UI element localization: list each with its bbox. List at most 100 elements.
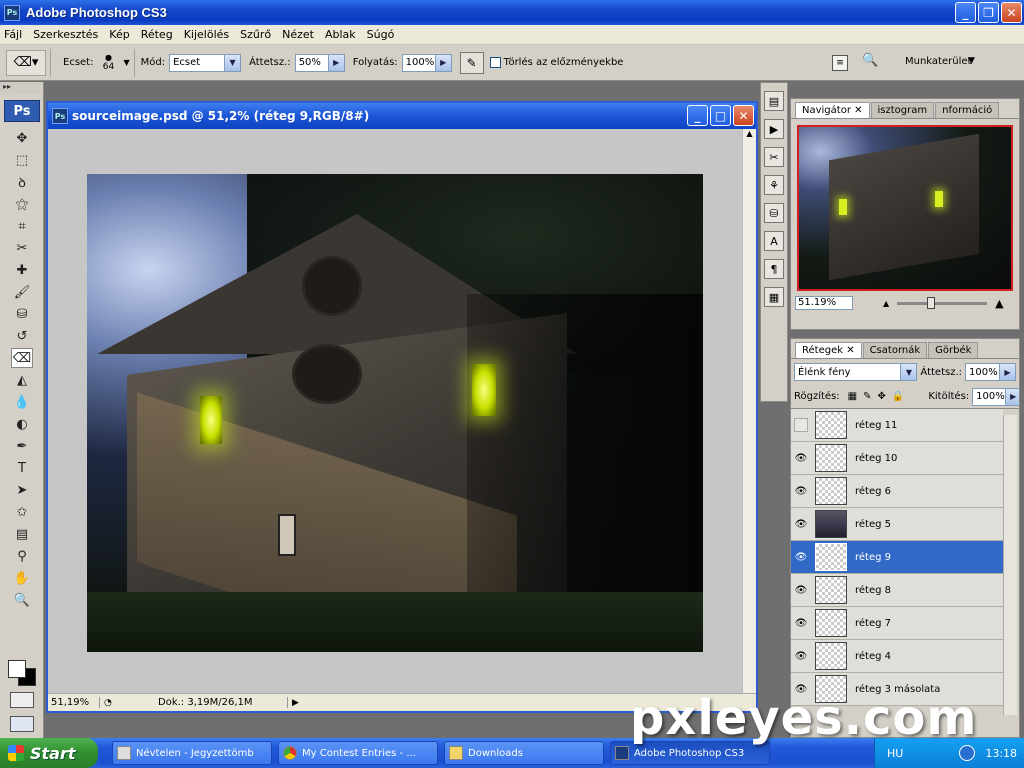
layer-row[interactable]: 👁 réteg 4 — [791, 640, 1003, 673]
doc-maximize-button[interactable]: □ — [710, 105, 731, 126]
lock-move-icon[interactable]: ✥ — [878, 391, 886, 402]
healing-brush-icon[interactable]: ✚ — [11, 260, 33, 280]
layer-row[interactable]: 👁 réteg 7 — [791, 607, 1003, 640]
layer-row[interactable]: réteg 11 — [791, 409, 1003, 442]
fill-field[interactable]: 100% ▶ — [972, 387, 1019, 406]
palette-well-icon[interactable]: ≡ — [832, 55, 848, 71]
navigator-zoom-slider[interactable] — [897, 296, 988, 309]
slice-tool-icon[interactable]: ✂ — [11, 238, 33, 258]
status-menu-icon[interactable]: ◔ — [104, 698, 118, 708]
marquee-tool-icon[interactable]: ⬚ — [11, 150, 33, 170]
doc-close-button[interactable]: ✕ — [733, 105, 754, 126]
foreground-color-swatch[interactable] — [8, 660, 26, 678]
menu-help[interactable]: Súgó — [367, 28, 395, 41]
lock-transparent-icon[interactable]: ▦ — [848, 391, 857, 402]
lock-paint-icon[interactable]: ✎ — [863, 391, 871, 402]
pen-tool-icon[interactable]: ✒ — [11, 436, 33, 456]
blur-tool-icon[interactable]: 💧 — [11, 392, 33, 412]
character-panel-icon[interactable]: A — [764, 231, 784, 251]
navigator-thumbnail[interactable] — [797, 125, 1013, 291]
type-tool-icon[interactable]: T — [11, 458, 33, 478]
eyedropper-icon[interactable]: ⚲ — [11, 546, 33, 566]
opacity-field[interactable]: 50% ▶ — [294, 53, 345, 72]
menu-window[interactable]: Ablak — [325, 28, 356, 41]
magic-wand-icon[interactable]: ⚝ — [11, 194, 33, 214]
menu-filter[interactable]: Szűrő — [240, 28, 271, 41]
eye-icon[interactable]: 👁 — [791, 618, 811, 629]
status-arrow-icon[interactable]: ▶ — [292, 698, 299, 708]
tab-curves[interactable]: Görbék — [928, 342, 979, 358]
clone-stamp-icon[interactable]: ⛁ — [11, 304, 33, 324]
bridge-icon[interactable]: 🔍 — [862, 53, 886, 73]
move-tool-icon[interactable]: ✥ — [11, 128, 33, 148]
chevron-right-icon[interactable]: ▶ — [999, 364, 1015, 380]
chevron-right-icon[interactable]: ▶ — [327, 54, 344, 71]
eye-icon[interactable]: 👁 — [791, 453, 811, 464]
restore-button[interactable]: ❐ — [978, 2, 999, 23]
doc-minimize-button[interactable]: _ — [687, 105, 708, 126]
scroll-up-icon[interactable]: ▲ — [743, 129, 756, 141]
tab-navigator[interactable]: Navigátor ✕ — [795, 102, 870, 118]
eye-icon[interactable]: 👁 — [791, 585, 811, 596]
brushes-panel-icon[interactable]: ⚘ — [764, 175, 784, 195]
eraser-preset-icon[interactable]: ⌫▾ — [6, 49, 46, 76]
history-brush-icon[interactable]: ↺ — [11, 326, 33, 346]
language-indicator[interactable]: HU — [887, 747, 903, 760]
layer-row[interactable]: 👁 réteg 10 — [791, 442, 1003, 475]
visibility-toggle[interactable] — [794, 418, 808, 432]
layer-row[interactable]: 👁 réteg 8 — [791, 574, 1003, 607]
toolbox-grip[interactable]: ▸▸ — [0, 82, 43, 94]
hand-tool-icon[interactable]: ✋ — [11, 568, 33, 588]
layer-row[interactable]: 👁 réteg 5 — [791, 508, 1003, 541]
lock-all-icon[interactable]: 🔒 — [892, 391, 904, 402]
layer-comps-icon[interactable]: ▦ — [764, 287, 784, 307]
layer-row[interactable]: 👁 réteg 6 — [791, 475, 1003, 508]
shape-tool-icon[interactable]: ✩ — [11, 502, 33, 522]
brush-picker[interactable]: ● 64 — [97, 53, 119, 72]
eye-icon[interactable]: 👁 — [791, 486, 811, 497]
erase-history-checkbox[interactable] — [489, 57, 501, 68]
layers-scrollbar[interactable] — [1003, 415, 1017, 715]
eye-icon[interactable]: 👁 — [791, 651, 811, 662]
quick-mask-icon[interactable] — [10, 692, 34, 708]
task-downloads[interactable]: Downloads — [444, 741, 604, 765]
paragraph-panel-icon[interactable]: ¶ — [764, 259, 784, 279]
task-chrome[interactable]: My Contest Entries - ... — [278, 741, 438, 765]
blend-mode-select[interactable]: Élénk fény ▼ — [794, 363, 918, 381]
brush-dropdown-icon[interactable]: ▼ — [123, 58, 129, 67]
dodge-tool-icon[interactable]: ◐ — [11, 414, 33, 434]
zoom-in-icon[interactable]: ▲ — [995, 297, 1003, 310]
mode-select[interactable]: Ecset ▼ — [169, 53, 242, 72]
tab-layers[interactable]: Rétegek ✕ — [795, 342, 862, 358]
document-titlebar[interactable]: Ps sourceimage.psd @ 51,2% (réteg 9,RGB/… — [48, 103, 756, 129]
menu-file[interactable]: Fájl — [4, 28, 22, 41]
menu-view[interactable]: Nézet — [282, 28, 314, 41]
workspace-dropdown-icon[interactable]: ▼ — [968, 56, 975, 66]
notes-tool-icon[interactable]: ▤ — [11, 524, 33, 544]
menu-select[interactable]: Kijelölés — [184, 28, 229, 41]
menu-edit[interactable]: Szerkesztés — [33, 28, 98, 41]
tab-channels[interactable]: Csatornák — [862, 342, 928, 358]
status-zoom[interactable]: 51,19% — [48, 697, 100, 708]
close-button[interactable]: ✕ — [1001, 2, 1022, 23]
eye-icon[interactable]: 👁 — [791, 552, 811, 563]
task-notepad[interactable]: Névtelen - Jegyzettömb — [112, 741, 272, 765]
zoom-tool-icon[interactable]: 🔍 — [11, 590, 33, 610]
canvas-image[interactable] — [87, 174, 703, 652]
layer-opacity-field[interactable]: 100% ▶ — [965, 363, 1016, 381]
history-panel-icon[interactable]: ▤ — [764, 91, 784, 111]
menu-layer[interactable]: Réteg — [141, 28, 173, 41]
clone-source-icon[interactable]: ⛁ — [764, 203, 784, 223]
eye-icon[interactable]: 👁 — [791, 519, 811, 530]
ps-logo[interactable]: Ps — [4, 100, 40, 122]
path-select-icon[interactable]: ➤ — [11, 480, 33, 500]
slider-knob[interactable] — [927, 296, 936, 309]
layer-row[interactable]: 👁 réteg 9 — [791, 541, 1003, 574]
workspace-menu[interactable]: Munkaterület — [905, 56, 971, 67]
airbrush-icon[interactable]: ✎ — [459, 51, 484, 74]
tab-info[interactable]: nformáció — [935, 102, 1000, 118]
flow-field[interactable]: 100% ▶ — [401, 53, 452, 72]
paint-bucket-icon[interactable]: ◭ — [11, 370, 33, 390]
lasso-tool-icon[interactable]: ꝺ — [11, 172, 33, 192]
eraser-tool-icon[interactable]: ⌫ — [11, 348, 33, 368]
